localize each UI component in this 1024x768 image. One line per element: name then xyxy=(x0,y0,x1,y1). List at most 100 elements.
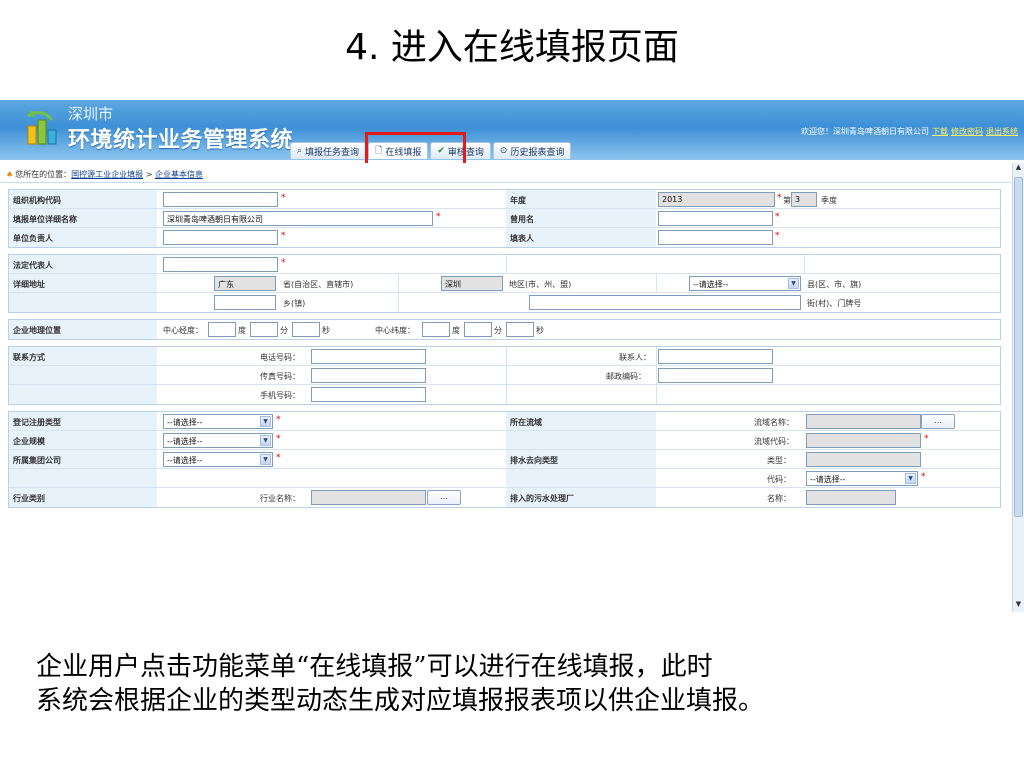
deg-unit: 度 xyxy=(238,326,246,335)
former-name-label: 曾用名 xyxy=(506,209,656,227)
street-input[interactable] xyxy=(529,295,801,310)
chevron-down-icon: ▼ xyxy=(788,278,799,289)
empty-label xyxy=(506,431,656,449)
quarter-prefix: 第 xyxy=(783,196,791,205)
required-mark: * xyxy=(924,434,929,444)
basin-name-input[interactable] xyxy=(806,414,921,429)
divider xyxy=(656,366,657,384)
mobile-label: 手机号码： xyxy=(260,391,300,400)
breadcrumb: ♠ 您所在的位置：国控源工业企业填报 > 企业基本信息 xyxy=(0,163,1012,183)
fax-input[interactable] xyxy=(311,368,426,383)
logout-link[interactable]: 退出系统 xyxy=(986,127,1018,136)
geo-section: 企业地理位置 中心经度： 度 分 秒 中心纬度： 度 分 秒 xyxy=(8,319,1001,340)
form-row: 登记注册类型 --请选择-- ▼ * 所在流域 流域名称： … xyxy=(9,412,1000,431)
phone-input[interactable] xyxy=(311,349,426,364)
basin-picker-button[interactable]: … xyxy=(921,414,955,429)
sec-unit: 秒 xyxy=(536,326,544,335)
lon-deg-input[interactable] xyxy=(208,322,236,337)
form-row: 组织机构代码 * 年度 2013 * 第 3 季度 xyxy=(9,190,1000,209)
fax-label: 传真号码： xyxy=(260,372,300,381)
min-unit: 分 xyxy=(494,326,502,335)
select-value: --请选择-- xyxy=(167,456,203,465)
city-suffix: 地区(市、州、盟) xyxy=(509,280,572,289)
town-input[interactable] xyxy=(214,295,276,310)
city-label: 深圳市 xyxy=(68,105,114,123)
scale-select[interactable]: --请选择-- ▼ xyxy=(163,433,273,448)
lon-sec-input[interactable] xyxy=(292,322,320,337)
scroll-down-icon[interactable]: ▼ xyxy=(1013,600,1024,612)
breadcrumb-prefix: 您所在的位置： xyxy=(15,170,72,179)
street-suffix: 街(村)、门牌号 xyxy=(807,299,862,308)
form-row: 代码： --请选择-- ▼ * xyxy=(9,469,1000,488)
org-code-label: 组织机构代码 xyxy=(9,190,157,208)
industry-name-input[interactable] xyxy=(311,490,426,505)
type-input[interactable] xyxy=(806,452,921,467)
change-password-link[interactable]: 修改密码 xyxy=(951,127,983,136)
slide-caption: 企业用户点击功能菜单“在线填报”可以进行在线填报，此时 系统会根据企业的类型动态… xyxy=(36,650,996,718)
province-input[interactable]: 广东 xyxy=(214,276,276,291)
year-input[interactable]: 2013 xyxy=(658,192,775,207)
welcome-text: 欢迎您！深圳青岛啤酒朝日有限公司 xyxy=(801,127,929,136)
scroll-thumb[interactable] xyxy=(1014,177,1023,517)
sewage-name-input[interactable] xyxy=(806,490,896,505)
form-row: 联系方式 电话号码： 联系人： xyxy=(9,347,1000,366)
lat-sec-input[interactable] xyxy=(506,322,534,337)
town-suffix: 乡(镇) xyxy=(283,299,306,308)
unit-head-input[interactable] xyxy=(163,230,278,245)
required-mark: * xyxy=(281,193,286,203)
code-select[interactable]: --请选择-- ▼ xyxy=(806,471,918,486)
quarter-input[interactable]: 3 xyxy=(791,192,817,207)
divider xyxy=(398,293,399,312)
industry-label: 行业类别 xyxy=(9,488,157,507)
filler-input[interactable] xyxy=(658,230,773,245)
vertical-scrollbar[interactable]: ▲ ▼ xyxy=(1012,163,1024,612)
divider xyxy=(506,385,507,404)
breadcrumb-separator: > xyxy=(143,170,155,179)
lat-min-input[interactable] xyxy=(464,322,492,337)
divider xyxy=(656,385,657,404)
tab-label: 填报任务查询 xyxy=(305,147,360,158)
group-select[interactable]: --请选择-- ▼ xyxy=(163,452,273,467)
address-section: 法定代表人 * 详细地址 广东 省(自治区、直辖市) 深圳 地区(市、州、盟) … xyxy=(8,254,1001,313)
contact-person-input[interactable] xyxy=(658,349,773,364)
year-label: 年度 xyxy=(506,190,656,208)
legal-rep-input[interactable] xyxy=(163,257,278,272)
org-code-input[interactable] xyxy=(163,192,278,207)
scroll-up-icon[interactable]: ▲ xyxy=(1013,163,1024,175)
postcode-input[interactable] xyxy=(658,368,773,383)
industry-picker-button[interactable]: … xyxy=(427,490,461,505)
form-row: 行业类别 行业名称： … 排入的污水处理厂 名称： xyxy=(9,488,1000,507)
lon-label: 中心经度： xyxy=(163,326,203,335)
app-screenshot: 深圳市 环境统计业务管理系统 欢迎您！深圳青岛啤酒朝日有限公司 下载 修改密码 退出系… xyxy=(0,100,1024,612)
download-link[interactable]: 下载 xyxy=(932,127,948,136)
required-mark: * xyxy=(436,212,441,222)
county-select[interactable]: --请选择-- ▼ xyxy=(689,276,801,291)
welcome-bar: 欢迎您！深圳青岛啤酒朝日有限公司 下载 修改密码 退出系统 xyxy=(801,126,1018,137)
basin-code-input[interactable] xyxy=(806,433,921,448)
mobile-input[interactable] xyxy=(311,387,426,402)
contact-label-cont xyxy=(9,385,157,404)
unit-name-input[interactable]: 深圳青岛啤酒朝日有限公司 xyxy=(163,211,433,226)
form-row: 企业规模 --请选择-- ▼ * 流域代码： * xyxy=(9,431,1000,450)
lon-min-input[interactable] xyxy=(250,322,278,337)
reg-type-select[interactable]: --请选择-- ▼ xyxy=(163,414,273,429)
tab-history-query[interactable]: ⊙ 历史报表查询 xyxy=(492,142,572,159)
form-row: 乡(镇) 街(村)、门牌号 xyxy=(9,293,1000,312)
logo-icon xyxy=(27,111,57,145)
tab-task-query[interactable]: ⌕ 填报任务查询 xyxy=(290,142,367,159)
breadcrumb-item[interactable]: 企业基本信息 xyxy=(155,170,203,179)
caption-line: 系统会根据企业的类型动态生成对应填报报表项以供企业填报。 xyxy=(36,686,765,716)
lat-deg-input[interactable] xyxy=(422,322,450,337)
deg-unit: 度 xyxy=(452,326,460,335)
divider xyxy=(506,255,507,273)
city-input[interactable]: 深圳 xyxy=(441,276,503,291)
former-name-input[interactable] xyxy=(658,211,773,226)
breadcrumb-item[interactable]: 国控源工业企业填报 xyxy=(71,170,143,179)
basin-name-label: 流域名称： xyxy=(754,418,794,427)
empty-label xyxy=(9,469,157,487)
tab-label: 历史报表查询 xyxy=(510,147,565,158)
scale-label: 企业规模 xyxy=(9,431,157,449)
caption-line: 企业用户点击功能菜单“在线填报”可以进行在线填报，此时 xyxy=(36,652,713,682)
select-value: --请选择-- xyxy=(810,475,846,484)
divider xyxy=(506,366,507,384)
